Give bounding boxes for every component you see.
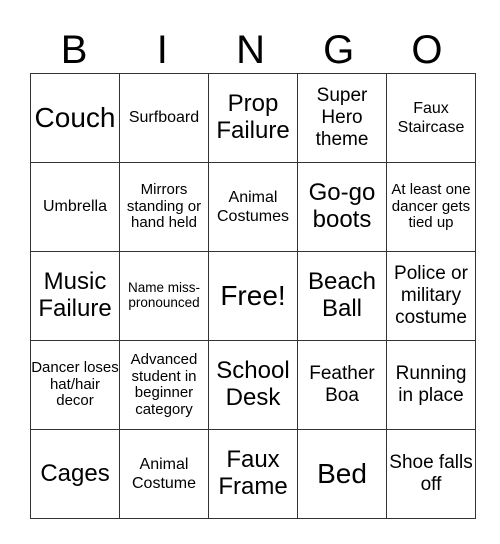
bingo-cell[interactable]: Go-go boots [297,162,387,252]
bingo-header: B I N G O [30,28,471,72]
bingo-row: Umbrella Mirrors standing or hand held A… [30,162,476,252]
bingo-cell[interactable]: Name miss-pronounced [119,251,209,341]
bingo-cell[interactable]: Advanced student in beginner category [119,340,209,430]
bingo-cell[interactable]: Cages [30,429,120,519]
header-letter-o: O [411,28,443,72]
bingo-cell[interactable]: Animal Costumes [208,162,298,252]
header-letter-n: N [236,28,265,72]
bingo-row: Dancer loses hat/hair decor Advanced stu… [30,340,476,430]
bingo-cell[interactable]: Dancer loses hat/hair decor [30,340,120,430]
bingo-cell[interactable]: Faux Frame [208,429,298,519]
bingo-cell[interactable]: Surfboard [119,73,209,163]
bingo-cell[interactable]: Animal Costume [119,429,209,519]
header-letter-b: B [60,28,88,72]
bingo-cell[interactable]: At least one dancer gets tied up [386,162,476,252]
bingo-row: Cages Animal Costume Faux Frame Bed Shoe… [30,429,476,519]
bingo-cell[interactable]: Beach Ball [297,251,387,341]
bingo-cell[interactable]: Police or military costume [386,251,476,341]
bingo-cell[interactable]: Running in place [386,340,476,430]
bingo-card: Couch Surfboard Prop Failure Super Hero … [30,73,476,519]
bingo-cell[interactable]: Couch [30,73,120,163]
free-space-cell[interactable]: Free! [208,251,298,341]
bingo-cell[interactable]: Shoe falls off [386,429,476,519]
bingo-cell[interactable]: Faux Staircase [386,73,476,163]
bingo-row: Music Failure Name miss-pronounced Free!… [30,251,476,341]
bingo-cell[interactable]: Mirrors standing or hand held [119,162,209,252]
header-letter-i: I [156,28,168,72]
bingo-cell[interactable]: Super Hero theme [297,73,387,163]
bingo-cell[interactable]: Prop Failure [208,73,298,163]
bingo-cell[interactable]: Music Failure [30,251,120,341]
bingo-cell[interactable]: Feather Boa [297,340,387,430]
bingo-cell[interactable]: School Desk [208,340,298,430]
header-letter-g: G [323,28,355,72]
bingo-cell[interactable]: Umbrella [30,162,120,252]
bingo-row: Couch Surfboard Prop Failure Super Hero … [30,73,476,163]
bingo-cell[interactable]: Bed [297,429,387,519]
